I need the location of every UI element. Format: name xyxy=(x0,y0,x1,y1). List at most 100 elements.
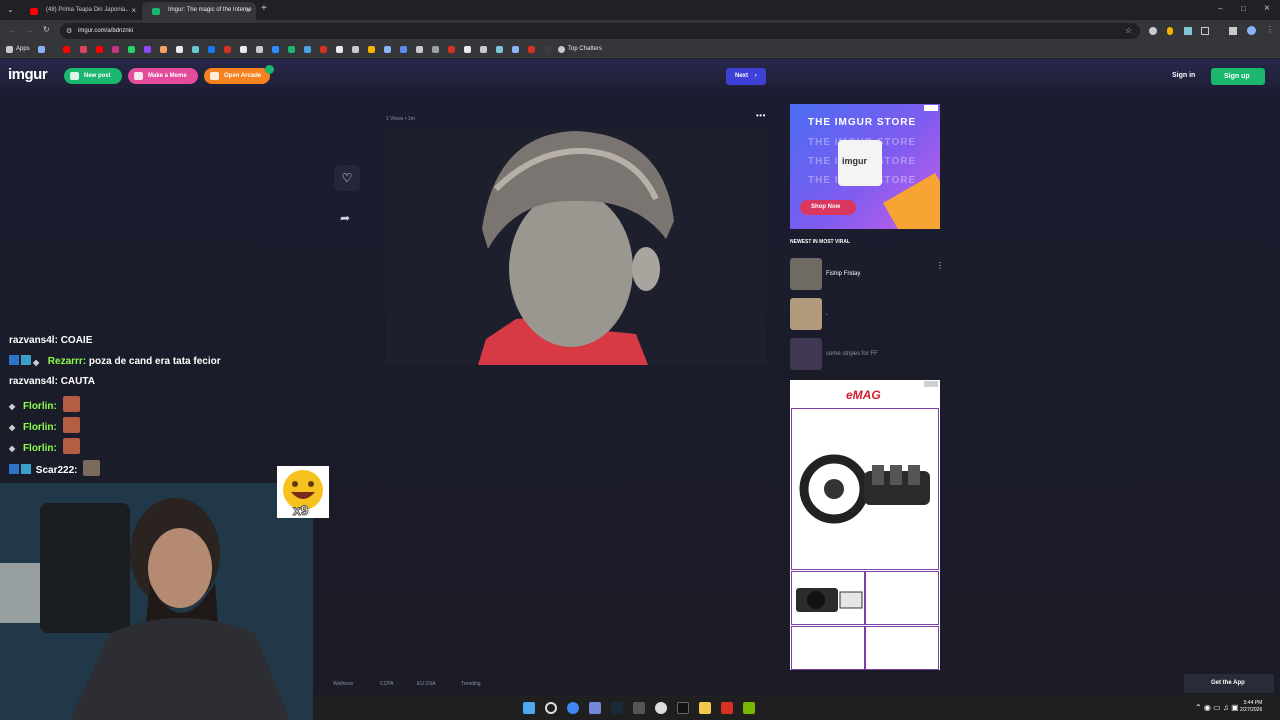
discord-icon[interactable] xyxy=(589,702,601,714)
back-icon[interactable]: ← xyxy=(8,26,16,35)
bookmark-icon[interactable] xyxy=(496,46,503,53)
ad-product-slot[interactable] xyxy=(865,571,939,625)
system-clock[interactable]: 5:44 PM 2/27/2026 xyxy=(1240,700,1262,714)
footer-link-trending[interactable]: Trending xyxy=(461,681,481,687)
whatsapp-icon[interactable] xyxy=(128,46,135,53)
globe-icon[interactable] xyxy=(558,46,565,53)
close-window-button[interactable]: × xyxy=(1264,3,1270,14)
windows-start-icon[interactable] xyxy=(523,702,535,714)
sign-in-link[interactable]: Sign in xyxy=(1172,72,1195,79)
bookmark-icon[interactable] xyxy=(352,46,359,53)
ad-choices-icon[interactable] xyxy=(924,381,938,387)
instagram-icon[interactable] xyxy=(80,46,87,53)
new-tab-button[interactable]: + xyxy=(261,3,267,14)
open-arcade-button[interactable]: Open Arcade xyxy=(204,68,270,84)
ad-choices-icon[interactable] xyxy=(924,105,938,111)
bookmark-icon[interactable] xyxy=(384,46,391,53)
bookmark-icon[interactable] xyxy=(464,46,471,53)
sign-up-button[interactable]: Sign up xyxy=(1211,68,1265,85)
bookmark-icon[interactable] xyxy=(544,46,551,53)
nvidia-icon[interactable] xyxy=(743,702,755,714)
reload-icon[interactable]: ↻ xyxy=(43,25,50,34)
system-tray-icons[interactable]: ⌃ ◉ ▭ ♫ ▣ xyxy=(1195,703,1239,712)
bookmark-icon[interactable] xyxy=(240,46,247,53)
bookmark-icon[interactable] xyxy=(224,46,231,53)
tiktok-icon[interactable] xyxy=(192,46,199,53)
tab-imgur[interactable]: Imgur: The magic of the Interne × xyxy=(142,2,256,20)
bookmark-icon[interactable] xyxy=(400,46,407,53)
viral-item[interactable]: Fiship Friday ⋮ xyxy=(790,258,944,290)
app-icon[interactable] xyxy=(633,702,645,714)
menu-icon[interactable]: ⋮ xyxy=(1266,25,1274,34)
x-icon[interactable] xyxy=(176,46,183,53)
footer-link-ccpa[interactable]: CCPA xyxy=(380,681,394,687)
bookmark-icon[interactable] xyxy=(416,46,423,53)
share-arrow-icon[interactable]: ➦ xyxy=(340,211,350,225)
chrome-icon[interactable] xyxy=(567,702,579,714)
youtube-icon[interactable] xyxy=(96,46,103,53)
ad-product-slot[interactable] xyxy=(791,626,865,670)
more-options-icon[interactable]: ••• xyxy=(756,111,766,120)
next-button[interactable]: Next › xyxy=(726,68,766,85)
favorite-heart-icon[interactable]: ♡ xyxy=(334,165,360,191)
epic-games-icon[interactable] xyxy=(677,702,689,714)
new-post-button[interactable]: New post xyxy=(64,68,122,84)
post-image[interactable] xyxy=(386,129,766,365)
twitch-icon[interactable] xyxy=(144,46,151,53)
file-explorer-icon[interactable] xyxy=(699,702,711,714)
app-icon[interactable] xyxy=(721,702,733,714)
youtube-icon[interactable] xyxy=(63,46,70,53)
footer-link-wellness[interactable]: Wellness xyxy=(333,681,353,687)
bookmark-icon[interactable] xyxy=(272,46,279,53)
profile-avatar[interactable] xyxy=(1247,26,1256,35)
emag-ad[interactable]: eMAG xyxy=(790,380,940,670)
ad-product-camera[interactable] xyxy=(791,571,865,625)
bookmark-icon[interactable] xyxy=(368,46,375,53)
bookmark-icon[interactable] xyxy=(38,46,45,53)
minimize-button[interactable]: – xyxy=(1218,4,1222,13)
extension-icon[interactable] xyxy=(1167,27,1173,35)
bookmark-icon[interactable] xyxy=(320,46,327,53)
bookmark-icon[interactable] xyxy=(288,46,295,53)
tab-search-icon[interactable]: ⌄ xyxy=(7,5,14,14)
site-info-icon[interactable]: ⚙ xyxy=(66,27,72,35)
search-icon[interactable] xyxy=(545,702,557,714)
close-icon[interactable]: × xyxy=(245,6,250,15)
facebook-icon[interactable] xyxy=(208,46,215,53)
obs-icon[interactable] xyxy=(655,702,667,714)
ad-product-slot[interactable] xyxy=(865,626,939,670)
footer-link-eu-dsa[interactable]: EU DSA xyxy=(417,681,436,687)
bookmark-icon[interactable] xyxy=(480,46,487,53)
extension-icon[interactable] xyxy=(1149,27,1157,35)
bookmark-icon[interactable] xyxy=(432,46,439,53)
viral-item[interactable]: . xyxy=(790,298,940,330)
ad-product-wheel[interactable] xyxy=(791,408,939,570)
bookmark-icon[interactable] xyxy=(528,46,535,53)
tab-youtube[interactable]: (48) Prima Teapa Din Japonia... × xyxy=(20,2,142,20)
downloads-icon[interactable] xyxy=(1229,27,1237,35)
apps-grid-icon[interactable] xyxy=(6,46,13,53)
bookmark-icon[interactable] xyxy=(256,46,263,53)
forward-icon[interactable]: → xyxy=(26,26,34,35)
bookmark-icon[interactable] xyxy=(512,46,519,53)
make-meme-button[interactable]: Make a Meme xyxy=(128,68,198,84)
bookmark-icon[interactable] xyxy=(304,46,311,53)
bookmark-icon[interactable] xyxy=(448,46,455,53)
viral-item[interactable]: some stripes for FF xyxy=(790,338,940,370)
bookmark-icon[interactable] xyxy=(336,46,343,53)
close-icon[interactable]: × xyxy=(131,6,136,15)
instagram-icon[interactable] xyxy=(112,46,119,53)
get-app-button[interactable]: Get the App xyxy=(1184,674,1274,693)
steam-icon[interactable] xyxy=(611,702,623,714)
address-bar[interactable]: ⚙ imgur.com/a/bdnznki ☆ xyxy=(60,23,1140,39)
bookmark-icon[interactable] xyxy=(160,46,167,53)
bookmark-star-icon[interactable]: ☆ xyxy=(1125,26,1132,35)
bookmark-top-chatters[interactable]: Top Chatters xyxy=(568,46,602,52)
more-icon[interactable]: ⋮ xyxy=(936,261,944,270)
bookmark-apps[interactable]: Apps xyxy=(16,46,30,52)
extension-icon[interactable] xyxy=(1184,27,1192,35)
imgur-store-ad[interactable]: THE IMGUR STORE THE IMGUR STORE THE IMGU… xyxy=(790,104,940,229)
imgur-logo[interactable]: imgur xyxy=(8,66,48,83)
shop-now-button[interactable]: Shop Now xyxy=(800,200,856,215)
maximize-button[interactable]: □ xyxy=(1241,4,1246,13)
